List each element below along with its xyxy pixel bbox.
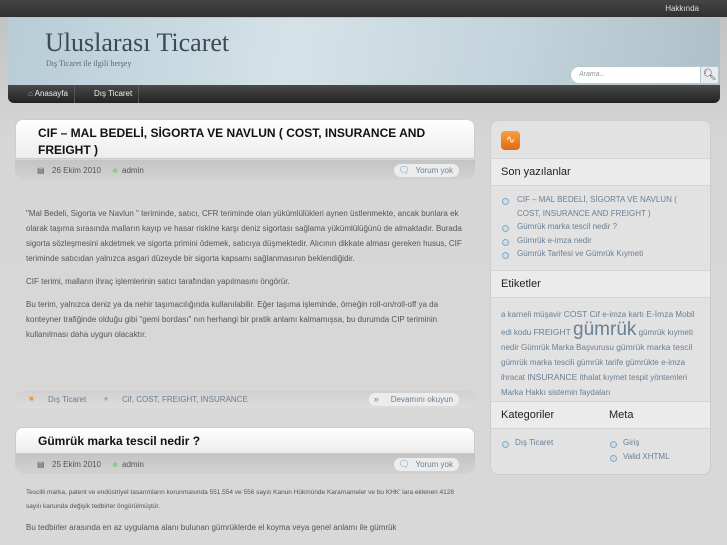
tag-link[interactable]: Cif [590, 309, 600, 319]
read-more-button[interactable]: » Devamını okuyun [368, 393, 459, 406]
tag-link[interactable]: gümrükte e-imza [626, 358, 686, 367]
home-icon: ⌂ [28, 89, 33, 98]
comment-icon: 🗨︎ [398, 459, 410, 469]
tag-link[interactable]: sistemin faydaları [548, 388, 610, 397]
comments-link[interactable]: 🗨︎ Yorum yok [393, 458, 459, 471]
paragraph: Bu tedbirler arasında en az uygulama ala… [26, 523, 397, 532]
sidebar: ∿ Son yazılanlar CIF – MAL BEDELİ, SİGOR… [490, 120, 711, 475]
tag-cloud: a karneli müşavir COST Cif e-imza kartı … [501, 307, 706, 400]
category-link[interactable]: Dış Ticaret [501, 436, 553, 450]
search-input[interactable]: Arama... [570, 66, 701, 84]
tag-icon: ♦ [104, 394, 109, 403]
tag-link[interactable]: gümrük marka tescil [616, 342, 692, 352]
user-icon: ☻ [111, 460, 120, 469]
tag-link[interactable]: ithalat [580, 373, 601, 382]
post-meta: ▤ 26 Ekim 2010 ☻ admin 🗨︎ Yorum yok [15, 160, 475, 180]
user-icon: ☻ [111, 166, 120, 175]
tag-link[interactable]: COST [564, 309, 588, 319]
main-nav: ⌂ Anasayfa Dış Ticaret [8, 85, 720, 103]
widget-title: Son yazılanlar [491, 158, 710, 186]
tag-link[interactable]: müşavir [533, 310, 561, 319]
paragraph: "Mal Bedeli, Sigorta ve Navlun " terimin… [26, 209, 462, 263]
tag-link[interactable]: Gümrük Marka Başvurusu [521, 343, 614, 352]
nav-dis-ticaret[interactable]: Dış Ticaret [88, 85, 140, 103]
read-more-label: Devamını okuyun [390, 395, 453, 404]
about-link[interactable]: Hakkında [665, 4, 699, 13]
post-body: "Mal Bedeli, Sigorta ve Navlun " terimin… [26, 206, 466, 350]
comments-label: Yorum yok [415, 460, 454, 469]
valid-xhtml-link[interactable]: Valid XHTML [609, 450, 670, 464]
tags-links[interactable]: Cif, COST, FREIGHT, INSURANCE [122, 395, 248, 404]
tag-link[interactable]: gümrük tarife [577, 358, 624, 367]
post-footer: ■ Dış Ticaret ♦ Cif, COST, FREIGHT, INSU… [15, 391, 475, 408]
tag-link[interactable]: kıymet tespit yöntemleri [603, 373, 687, 382]
tag-link[interactable]: a karneli [501, 310, 531, 319]
meta-title: Meta [609, 409, 634, 421]
meta-list: Giriş Valid XHTML [609, 436, 670, 464]
post-meta: ▤ 25 Ekim 2010 ☻ admin 🗨︎ Yorum yok [15, 454, 475, 474]
double-chevron-icon: » [373, 394, 379, 404]
post-date: 25 Ekim 2010 [52, 460, 101, 469]
comments-label: Yorum yok [415, 166, 454, 175]
post-title[interactable]: Gümrük marka tescil nedir ? [15, 427, 475, 454]
search-icon: 🔍︎ [702, 69, 717, 81]
site-title[interactable]: Uluslarası Ticaret [45, 28, 229, 58]
login-link[interactable]: Giriş [609, 436, 670, 450]
paragraph: Tescilli marka, patent ve endüstriyel ta… [26, 489, 454, 510]
nav-label: Dış Ticaret [94, 89, 133, 98]
recent-post-link[interactable]: CIF – MAL BEDELİ, SİGORTA VE NAVLUN ( CO… [501, 193, 701, 220]
post-author: admin [122, 460, 144, 469]
widget-title: Etiketler [491, 270, 710, 298]
calendar-icon: ▤ [37, 166, 45, 175]
paragraph: Bu terim, yalnızca deniz ya da nehir taş… [26, 300, 439, 339]
recent-posts-list: CIF – MAL BEDELİ, SİGORTA VE NAVLUN ( CO… [501, 193, 701, 261]
widget-title: Kategoriler Meta [491, 401, 710, 429]
tag-link[interactable]: Marka Hakkı [501, 388, 546, 397]
rss-icon[interactable]: ∿ [501, 131, 520, 150]
recent-post-link[interactable]: Gümrük Tarifesi ve Gümrük Kıymeti [501, 247, 701, 261]
paragraph: CIF terimi, malların ihraç işlemlerinin … [26, 277, 290, 286]
search-button[interactable]: 🔍︎ [700, 66, 719, 84]
categories-title: Kategoriler [501, 409, 555, 421]
site-description: Dış Ticaret ile ilgili herşey [46, 59, 132, 68]
category-link[interactable]: Dış Ticaret [48, 395, 86, 404]
comments-link[interactable]: 🗨︎ Yorum yok [393, 164, 459, 177]
recent-post-link[interactable]: Gümrük marka tescil nedir ? [501, 220, 701, 234]
post-title[interactable]: CIF – MAL BEDELİ, SİGORTA VE NAVLUN ( CO… [15, 119, 475, 159]
comment-icon: 🗨︎ [398, 165, 410, 175]
post-body: Tescilli marka, patent ve endüstriyel ta… [26, 486, 466, 543]
tag-link[interactable]: ihracat [501, 373, 525, 382]
tag-link[interactable]: E-İmza [646, 309, 673, 319]
categories-list: Dış Ticaret [501, 436, 553, 450]
post-author: admin [122, 166, 144, 175]
tag-link[interactable]: gümrük marka tescili [501, 358, 574, 367]
tag-link[interactable]: e-imza kartı [602, 310, 644, 319]
tag-link[interactable]: INSURANCE [527, 372, 577, 382]
folder-icon: ■ [29, 394, 34, 403]
top-bar: Hakkında [0, 0, 727, 17]
recent-post-link[interactable]: Gümrük e-imza nedir [501, 234, 701, 248]
post-date: 26 Ekim 2010 [52, 166, 101, 175]
tag-link[interactable]: gümrük [573, 319, 636, 340]
nav-label: Anasayfa [34, 89, 68, 98]
nav-home[interactable]: ⌂ Anasayfa [22, 85, 75, 103]
calendar-icon: ▤ [37, 460, 45, 469]
tag-link[interactable]: FREIGHT [533, 327, 570, 337]
